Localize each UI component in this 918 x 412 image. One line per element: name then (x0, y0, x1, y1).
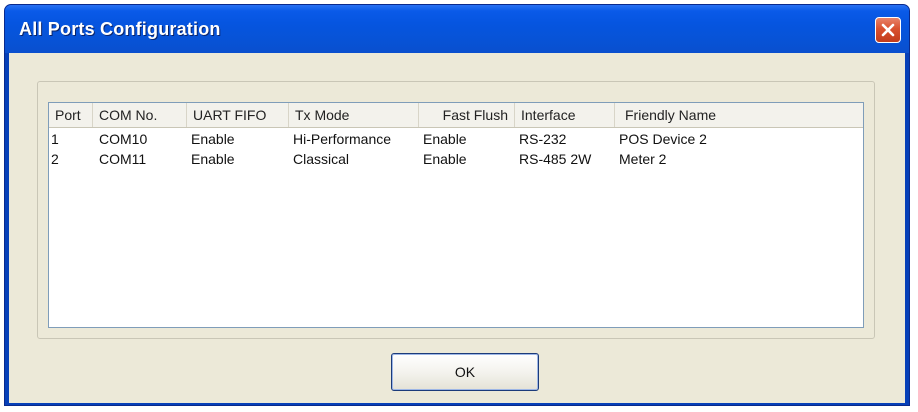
cell-fast-flush: Enable (423, 131, 467, 147)
cell-interface: RS-485 2W (519, 151, 592, 167)
cell-friendly-name: Meter 2 (619, 151, 667, 167)
table-row[interactable]: 2 COM11 Enable Classical Enable RS-485 2… (49, 149, 863, 169)
cell-com-no: COM11 (99, 151, 147, 167)
window-title: All Ports Configuration (19, 19, 221, 39)
cell-port: 2 (51, 151, 59, 167)
cell-com-no: COM10 (99, 131, 148, 147)
cell-uart-fifo: Enable (191, 151, 235, 167)
dialog-window: All Ports Configuration Port COM No. UAR… (4, 4, 910, 406)
column-header-interface[interactable]: Interface (515, 103, 615, 127)
column-header-fast-flush[interactable]: Fast Flush (419, 103, 515, 127)
title-bar[interactable]: All Ports Configuration (5, 5, 909, 53)
list-header: Port COM No. UART FIFO Tx Mode Fast Flus… (49, 103, 863, 128)
table-row[interactable]: 1 COM10 Enable Hi-Performance Enable RS-… (49, 129, 863, 149)
cell-port: 1 (51, 131, 59, 147)
cell-interface: RS-232 (519, 131, 567, 147)
column-header-tx-mode[interactable]: Tx Mode (289, 103, 419, 127)
ports-list-view[interactable]: Port COM No. UART FIFO Tx Mode Fast Flus… (48, 102, 864, 328)
cell-tx-mode: Hi-Performance (293, 131, 392, 147)
close-button[interactable] (875, 17, 901, 43)
column-header-uart-fifo[interactable]: UART FIFO (187, 103, 289, 127)
cell-friendly-name: POS Device 2 (619, 131, 707, 147)
close-icon (881, 23, 895, 37)
cell-uart-fifo: Enable (191, 131, 235, 147)
column-header-friendly-name[interactable]: Friendly Name (615, 103, 863, 127)
ports-group: Port COM No. UART FIFO Tx Mode Fast Flus… (37, 81, 875, 339)
column-header-port[interactable]: Port (49, 103, 93, 127)
dialog-body: Port COM No. UART FIFO Tx Mode Fast Flus… (9, 53, 905, 403)
ok-button[interactable]: OK (391, 353, 539, 391)
column-header-com-no[interactable]: COM No. (93, 103, 187, 127)
cell-tx-mode: Classical (293, 151, 350, 167)
cell-fast-flush: Enable (423, 151, 467, 167)
